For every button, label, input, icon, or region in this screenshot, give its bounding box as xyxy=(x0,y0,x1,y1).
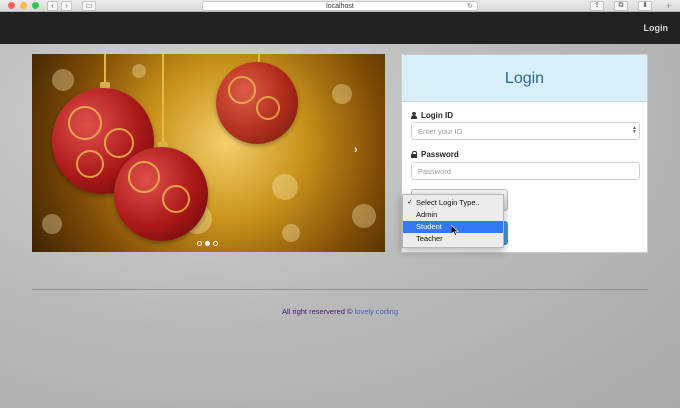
user-icon xyxy=(411,112,418,119)
sidebar-button[interactable]: ▭ xyxy=(82,1,96,11)
bokeh-light xyxy=(332,84,352,104)
downloads-button[interactable]: ⬇ xyxy=(638,1,652,11)
footer-text: All right reservered © xyxy=(281,307,353,316)
carousel-dot-active[interactable] xyxy=(205,241,210,246)
dropdown-option-select-login-type[interactable]: Select Login Type.. xyxy=(403,197,503,209)
number-spinner-icon[interactable]: ▲ ▼ xyxy=(632,126,637,135)
image-carousel[interactable]: › xyxy=(32,54,385,252)
share-button[interactable]: ⇪ xyxy=(590,1,604,11)
url-text: localhost xyxy=(326,3,354,10)
login-id-label: Login ID xyxy=(411,111,453,120)
bokeh-light xyxy=(272,174,298,200)
tabs-icon: ⧉ xyxy=(618,2,624,9)
navbar-login-link[interactable]: Login xyxy=(644,23,669,33)
mouse-cursor-icon xyxy=(451,225,459,236)
share-icon: ⇪ xyxy=(594,2,600,9)
address-bar[interactable]: localhost ↻ xyxy=(202,1,478,11)
top-navbar: Login xyxy=(0,12,680,44)
reload-icon[interactable]: ↻ xyxy=(467,2,473,11)
carousel-dot[interactable] xyxy=(197,241,202,246)
chevron-left-icon: ‹ xyxy=(51,1,54,10)
footer-link[interactable]: lovely coding xyxy=(355,307,398,316)
bokeh-light xyxy=(52,69,74,91)
login-id-input[interactable] xyxy=(411,122,640,140)
login-header: Login xyxy=(402,55,647,102)
footer: All right reservered © lovely coding xyxy=(0,307,680,316)
ornament-string xyxy=(162,54,164,144)
sidebar-icon: ▭ xyxy=(85,1,93,10)
minimize-window-button[interactable] xyxy=(20,2,27,9)
forward-button[interactable]: › xyxy=(61,1,72,11)
close-window-button[interactable] xyxy=(8,2,15,9)
ornament-string xyxy=(258,54,260,62)
dropdown-option-admin[interactable]: Admin xyxy=(403,209,503,221)
tabs-button[interactable]: ⧉ xyxy=(614,1,628,11)
browser-toolbar: ‹ › ▭ localhost ↻ ⇪ ⧉ ⬇ + xyxy=(0,0,680,12)
bokeh-light xyxy=(282,224,300,242)
login-type-dropdown[interactable]: Select Login Type.. Admin Student Teache… xyxy=(402,194,504,248)
carousel-next-icon[interactable]: › xyxy=(354,144,358,156)
carousel-dot[interactable] xyxy=(213,241,218,246)
footer-divider xyxy=(32,289,648,290)
back-button[interactable]: ‹ xyxy=(47,1,58,11)
ornament-string xyxy=(104,54,106,84)
ornament-right xyxy=(216,62,298,144)
password-label: Password xyxy=(411,150,459,159)
download-icon: ⬇ xyxy=(642,2,648,9)
bokeh-light xyxy=(132,64,146,78)
ornament-middle xyxy=(114,147,208,241)
login-title: Login xyxy=(504,70,545,87)
page-body: › Login Login ID ▲▼ Password All right r… xyxy=(0,44,680,408)
chevron-right-icon: › xyxy=(65,1,68,10)
lock-icon xyxy=(411,151,418,158)
bokeh-light xyxy=(352,204,376,228)
bokeh-light xyxy=(42,214,62,234)
carousel-indicators xyxy=(197,241,218,246)
password-input[interactable] xyxy=(411,162,640,180)
zoom-window-button[interactable] xyxy=(32,2,39,9)
new-tab-button[interactable]: + xyxy=(666,2,671,11)
